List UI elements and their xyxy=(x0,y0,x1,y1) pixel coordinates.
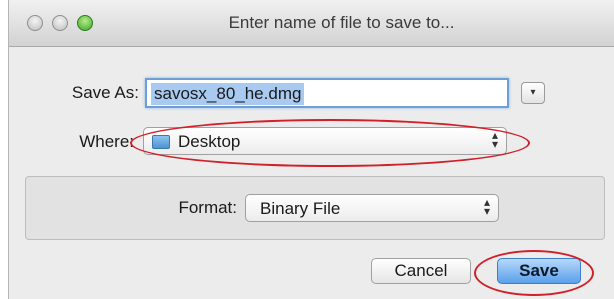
window-title: Enter name of file to save to... xyxy=(228,13,455,32)
format-popup[interactable]: Binary File ▴ ▾ xyxy=(245,194,499,222)
filename-value: savosx_80_he.dmg xyxy=(151,83,305,105)
popup-arrows-icon: ▴ ▾ xyxy=(483,195,490,218)
disclosure-triangle-icon: ▾ xyxy=(530,87,536,98)
folder-icon xyxy=(152,135,170,149)
cancel-button[interactable]: Cancel xyxy=(371,258,471,284)
format-label: Format: xyxy=(178,198,237,217)
title-bar[interactable]: Enter name of file to save to... xyxy=(9,0,614,47)
where-label: Where: xyxy=(79,132,134,151)
popup-arrows-icon: ▴ ▾ xyxy=(491,128,498,151)
save-dialog: Enter name of file to save to... Save As… xyxy=(8,0,614,299)
format-value: Binary File xyxy=(260,199,341,218)
expand-button[interactable]: ▾ xyxy=(521,82,545,104)
save-button[interactable]: Save xyxy=(497,258,581,284)
save-as-label: Save As: xyxy=(71,83,139,102)
filename-input[interactable]: savosx_80_he.dmg xyxy=(145,78,509,108)
where-popup[interactable]: Desktop ▴ ▾ xyxy=(143,127,507,155)
where-value: Desktop xyxy=(178,132,241,151)
